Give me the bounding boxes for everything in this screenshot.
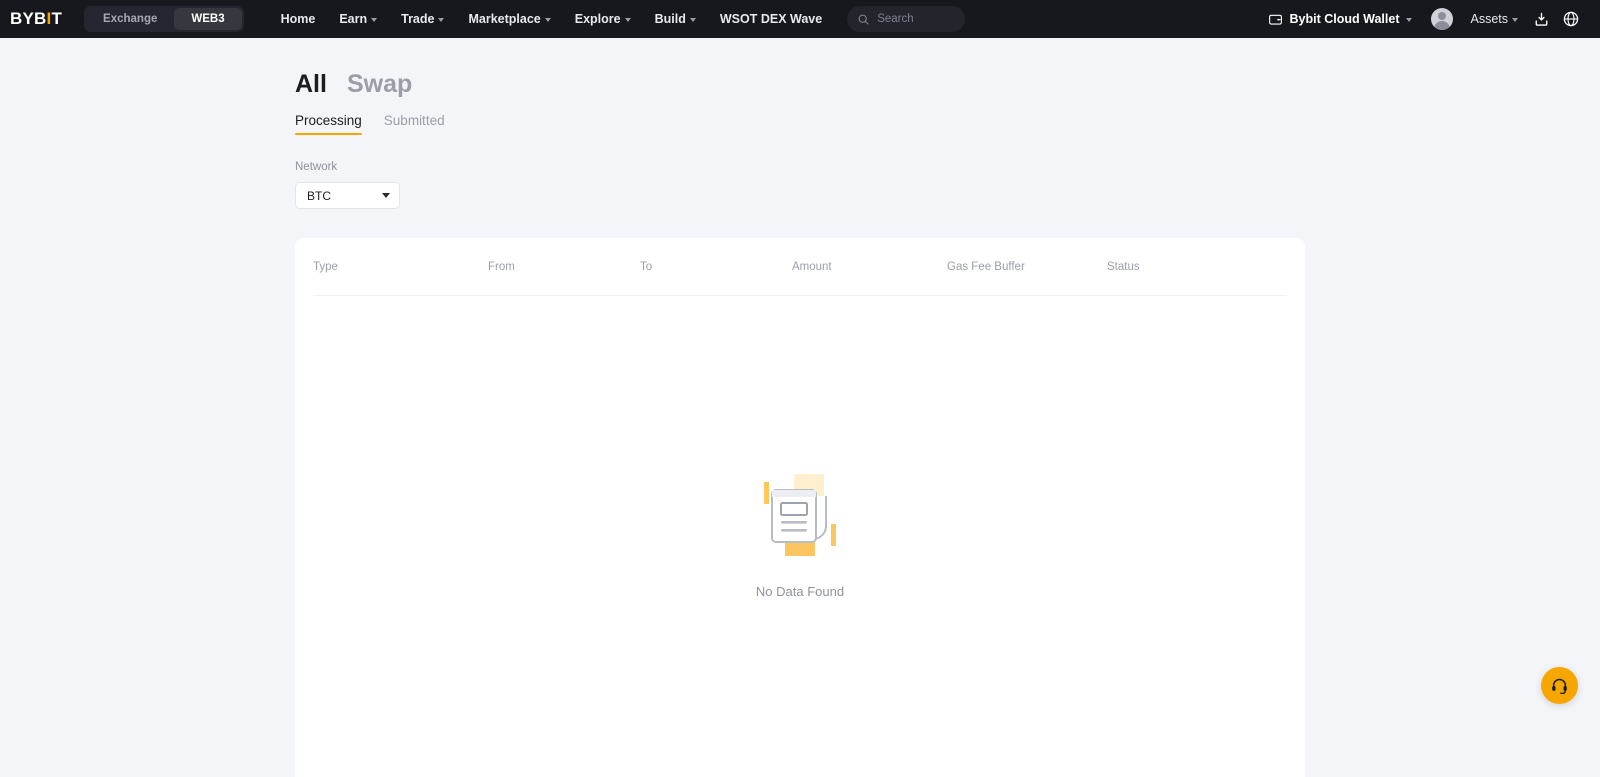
chevron-down-icon — [1406, 18, 1413, 22]
nav-item-trade[interactable]: Trade — [390, 5, 455, 33]
empty-state-text: No Data Found — [755, 584, 845, 599]
page-title-swap[interactable]: Swap — [347, 72, 412, 97]
tab-processing[interactable]: Processing — [295, 113, 362, 135]
nav-item-explore[interactable]: Explore — [564, 5, 642, 33]
nav-item-build[interactable]: Build — [644, 5, 707, 33]
column-header-status: Status — [1107, 260, 1140, 273]
header-right-cluster: Bybit Cloud Wallet Assets — [1259, 4, 1586, 34]
bybit-logo[interactable]: BYB I T — [10, 9, 62, 29]
network-filter-label: Network — [295, 161, 338, 173]
download-icon — [1535, 12, 1547, 26]
nav-item-marketplace-label: Marketplace — [468, 12, 541, 26]
nav-item-marketplace[interactable]: Marketplace — [457, 5, 561, 33]
column-header-type: Type — [313, 260, 338, 273]
search-icon — [858, 14, 869, 25]
assets-menu[interactable]: Assets — [1462, 6, 1526, 32]
nav-item-earn-label: Earn — [339, 12, 368, 26]
cloud-wallet-label: Bybit Cloud Wallet — [1289, 12, 1400, 26]
nav-item-wsot-dex-wave-label: WSOT DEX Wave — [719, 12, 823, 26]
document-icon — [764, 474, 836, 556]
top-navigation-bar: BYB I T Exchange WEB3 Home Earn Trade Mark… — [0, 0, 1600, 38]
column-header-gas-fee-buffer: Gas Fee Buffer — [947, 260, 1025, 273]
chevron-down-icon — [689, 18, 696, 22]
nav-item-home[interactable]: Home — [270, 5, 327, 33]
chevron-down-icon — [371, 18, 378, 22]
nav-item-home-label: Home — [280, 12, 316, 26]
logo-suffix: T — [51, 9, 63, 28]
column-header-from: From — [488, 260, 515, 273]
network-select[interactable]: BTC — [295, 182, 400, 209]
nav-item-wsot-dex-wave[interactable]: WSOT DEX Wave — [709, 5, 833, 33]
page-title-all[interactable]: All — [295, 72, 327, 97]
wallet-icon — [1268, 14, 1282, 25]
headset-icon — [1552, 678, 1567, 695]
download-app-button[interactable] — [1526, 4, 1556, 34]
column-header-amount: Amount — [792, 260, 832, 273]
logo-prefix: BYB — [10, 9, 47, 28]
nav-item-explore-label: Explore — [574, 12, 621, 26]
main-nav-links: Home Earn Trade Marketplace Explore Buil… — [270, 5, 834, 33]
nav-item-build-label: Build — [654, 12, 686, 26]
order-status-tabs: Processing Submitted — [295, 113, 1600, 135]
product-switch: Exchange WEB3 — [84, 6, 244, 32]
tab-submitted[interactable]: Submitted — [384, 113, 445, 135]
column-header-to: To — [640, 260, 653, 273]
page-title-tabs: All Swap — [295, 72, 1600, 97]
page-content: All Swap Processing Submitted Network BT… — [0, 38, 1600, 777]
search-placeholder: Search — [877, 13, 914, 25]
chevron-down-icon — [544, 18, 551, 22]
chevron-down-icon — [1512, 18, 1518, 22]
product-switch-web3[interactable]: WEB3 — [174, 8, 242, 30]
search-input[interactable]: Search — [847, 6, 966, 32]
empty-state: No Data Found — [313, 296, 1287, 599]
customer-support-button[interactable] — [1541, 667, 1578, 704]
globe-icon — [1563, 11, 1579, 27]
nav-item-earn[interactable]: Earn — [328, 5, 388, 33]
product-switch-exchange[interactable]: Exchange — [86, 8, 174, 30]
network-filter: Network BTC — [295, 161, 1600, 209]
language-button[interactable] — [1556, 4, 1586, 34]
no-data-illustration — [752, 468, 848, 564]
orders-table-card: Type From To Amount Gas Fee Buffer Statu… — [295, 238, 1305, 777]
cloud-wallet-button[interactable]: Bybit Cloud Wallet — [1259, 7, 1422, 32]
network-select-value: BTC — [307, 188, 331, 203]
assets-label: Assets — [1470, 12, 1508, 26]
avatar[interactable] — [1431, 8, 1454, 30]
chevron-down-icon — [438, 18, 445, 22]
chevron-down-icon — [624, 18, 631, 22]
chevron-down-icon — [382, 193, 390, 198]
table-header-row: Type From To Amount Gas Fee Buffer Statu… — [313, 238, 1287, 296]
nav-item-trade-label: Trade — [401, 12, 435, 26]
